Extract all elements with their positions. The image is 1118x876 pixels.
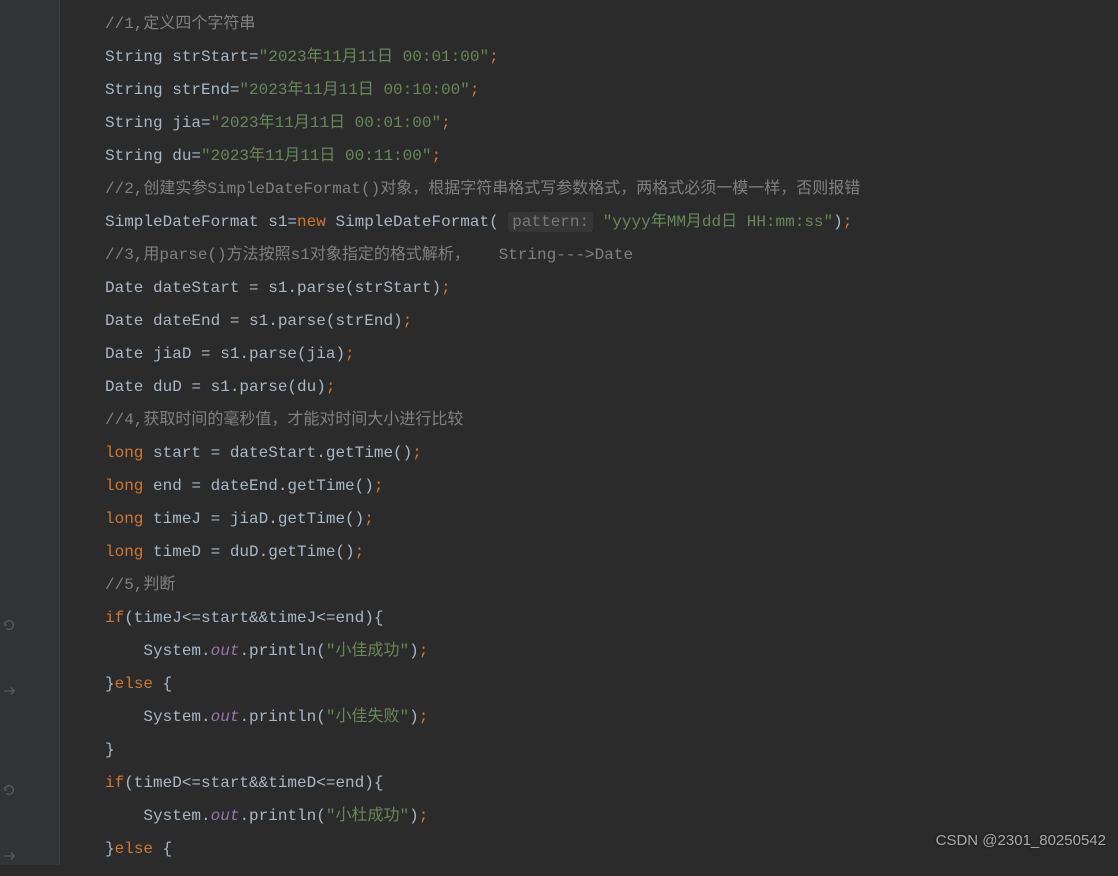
code-line[interactable]: //5,判断: [105, 569, 1118, 602]
code-line[interactable]: //4,获取时间的毫秒值，才能对时间大小进行比较: [105, 404, 1118, 437]
loop-icon[interactable]: [2, 777, 16, 791]
code-line[interactable]: long start = dateStart.getTime();: [105, 437, 1118, 470]
code-line[interactable]: String jia="2023年11月11日 00:01:00";: [105, 107, 1118, 140]
code-line[interactable]: String du="2023年11月11日 00:11:00";: [105, 140, 1118, 173]
watermark: CSDN @2301_80250542: [936, 826, 1106, 857]
code-line[interactable]: Date jiaD = s1.parse(jia);: [105, 338, 1118, 371]
code-line[interactable]: String strStart="2023年11月11日 00:01:00";: [105, 41, 1118, 74]
code-line[interactable]: Date dateEnd = s1.parse(strEnd);: [105, 305, 1118, 338]
code-line[interactable]: if(timeJ<=start&&timeJ<=end){: [105, 602, 1118, 635]
code-line[interactable]: Date duD = s1.parse(du);: [105, 371, 1118, 404]
loop-icon[interactable]: [2, 612, 16, 626]
code-line[interactable]: //2,创建实参SimpleDateFormat()对象，根据字符串格式写参数格…: [105, 173, 1118, 206]
code-line[interactable]: long timeD = duD.getTime();: [105, 536, 1118, 569]
arrow-icon[interactable]: [2, 843, 16, 857]
code-line[interactable]: Date dateStart = s1.parse(strStart);: [105, 272, 1118, 305]
code-line[interactable]: }: [105, 734, 1118, 767]
code-line[interactable]: System.out.println("小佳成功");: [105, 635, 1118, 668]
code-editor: //1,定义四个字符串String strStart="2023年11月11日 …: [0, 0, 1118, 865]
code-line[interactable]: System.out.println("小佳失败");: [105, 701, 1118, 734]
code-area[interactable]: //1,定义四个字符串String strStart="2023年11月11日 …: [60, 0, 1118, 865]
code-line[interactable]: String strEnd="2023年11月11日 00:10:00";: [105, 74, 1118, 107]
code-line[interactable]: long timeJ = jiaD.getTime();: [105, 503, 1118, 536]
code-line[interactable]: //1,定义四个字符串: [105, 8, 1118, 41]
code-line[interactable]: long end = dateEnd.getTime();: [105, 470, 1118, 503]
code-line[interactable]: //3,用parse()方法按照s1对象指定的格式解析， String--->D…: [105, 239, 1118, 272]
code-line[interactable]: SimpleDateFormat s1=new SimpleDateFormat…: [105, 206, 1118, 239]
gutter: [0, 0, 60, 865]
code-line[interactable]: }else {: [105, 668, 1118, 701]
arrow-icon[interactable]: [2, 678, 16, 692]
code-line[interactable]: if(timeD<=start&&timeD<=end){: [105, 767, 1118, 800]
